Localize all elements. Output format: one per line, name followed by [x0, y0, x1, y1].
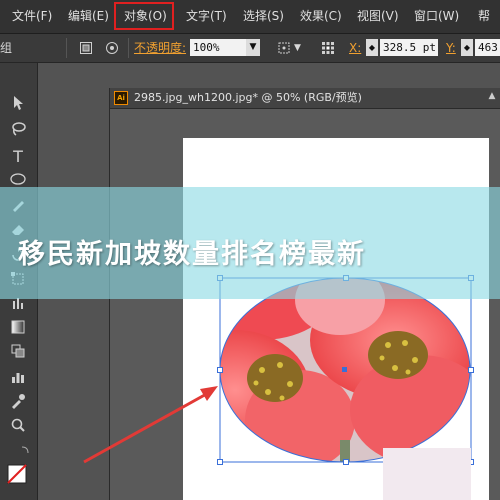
- selection-handle-right[interactable]: [468, 367, 474, 373]
- watermark-block: [383, 448, 471, 500]
- title-banner: 移民新加坡数量排名榜最新: [0, 187, 500, 299]
- selection-handle-bottom-left[interactable]: [217, 459, 223, 465]
- annotation-arrow-line: [83, 390, 211, 464]
- selection-handle-left[interactable]: [217, 367, 223, 373]
- banner-title: 移民新加坡数量排名榜最新: [18, 239, 366, 270]
- selection-handle-bottom[interactable]: [343, 459, 349, 465]
- center-point: [342, 367, 347, 372]
- annotation-arrow-head: [200, 386, 218, 401]
